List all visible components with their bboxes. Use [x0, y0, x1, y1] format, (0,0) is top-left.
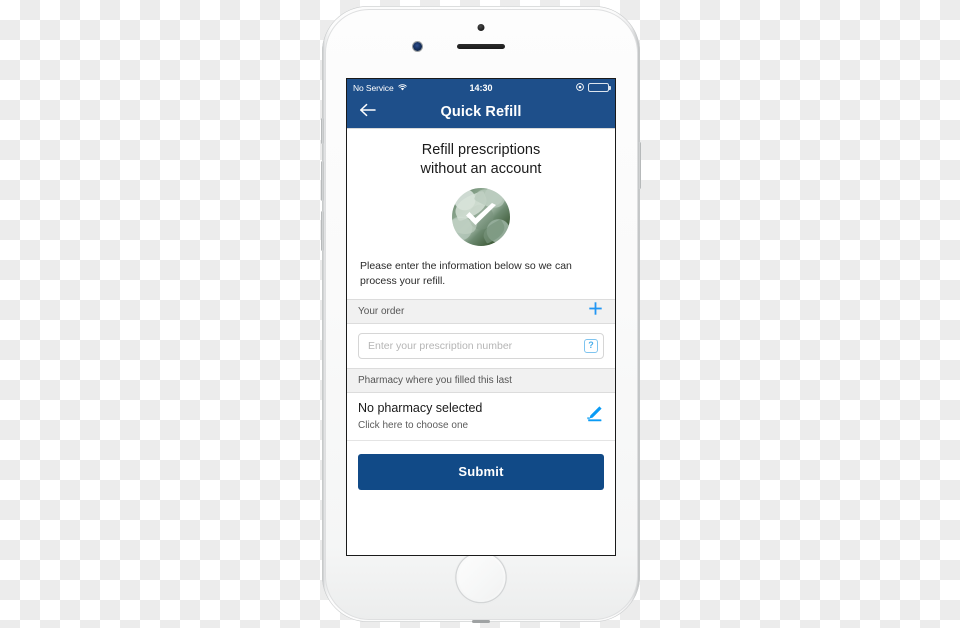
- front-camera-icon: [413, 42, 422, 51]
- headline-line-1: Refill prescriptions: [421, 142, 541, 158]
- prescription-help-button[interactable]: ?: [584, 338, 598, 353]
- mute-switch[interactable]: [321, 118, 324, 144]
- edit-pharmacy-button[interactable]: [584, 406, 604, 426]
- submit-button[interactable]: Submit: [358, 453, 604, 490]
- volume-up-button[interactable]: [321, 161, 324, 201]
- battery-icon: [588, 82, 609, 93]
- pencil-edit-icon: [586, 405, 603, 427]
- pharmacy-subtitle: Click here to choose one: [358, 419, 469, 431]
- content-spacer: [347, 489, 615, 555]
- carrier-label: No Service: [353, 82, 394, 93]
- prescription-input-row: ?: [347, 323, 615, 368]
- pharmacy-selector-row[interactable]: No pharmacy selected Click here to choos…: [347, 392, 615, 441]
- wifi-icon: [397, 83, 407, 93]
- back-button[interactable]: [355, 99, 381, 125]
- screen-content: Refill prescriptions without an account: [347, 129, 615, 555]
- order-section-header: Your order: [347, 298, 615, 324]
- alarm-icon: [576, 82, 584, 93]
- plus-icon: [588, 301, 603, 321]
- status-bar-right: [576, 82, 609, 93]
- hero-image-container: [347, 178, 615, 254]
- page-title: Quick Refill: [440, 104, 522, 120]
- pharmacy-section-header: Pharmacy where you filled this last: [347, 367, 615, 393]
- headline: Refill prescriptions without an account: [347, 129, 615, 178]
- back-arrow-icon: [359, 103, 377, 122]
- phone-screen: No Service 14:30 Quick Refill Refill pre…: [346, 78, 616, 556]
- headline-line-2: without an account: [420, 160, 542, 177]
- prescription-number-input[interactable]: [368, 339, 584, 352]
- pharmacy-title: No pharmacy selected: [358, 400, 483, 415]
- proximity-sensor-icon: [477, 24, 485, 31]
- leaves-checkmark-badge-icon: [452, 188, 510, 247]
- pharmacy-section-label: Pharmacy where you filled this last: [358, 374, 512, 386]
- earpiece-speaker-icon: [457, 44, 505, 49]
- status-bar: No Service 14:30: [347, 79, 615, 96]
- phone-device-frame: No Service 14:30 Quick Refill Refill pre…: [321, 6, 641, 623]
- home-button[interactable]: [456, 553, 506, 602]
- navigation-bar: Quick Refill: [347, 96, 615, 129]
- pharmacy-texts: No pharmacy selected Click here to choos…: [358, 401, 584, 431]
- instruction-text: Please enter the information below so we…: [360, 260, 572, 287]
- order-section-label: Your order: [358, 305, 405, 317]
- prescription-input-shell: ?: [358, 332, 604, 359]
- submit-button-container: Submit: [347, 441, 615, 490]
- bottom-speaker-icon: [472, 620, 490, 623]
- volume-down-button[interactable]: [321, 211, 324, 251]
- power-button[interactable]: [638, 142, 641, 189]
- add-prescription-button[interactable]: [586, 302, 604, 320]
- checkmark-icon: [464, 203, 498, 234]
- status-bar-left: No Service: [353, 83, 407, 93]
